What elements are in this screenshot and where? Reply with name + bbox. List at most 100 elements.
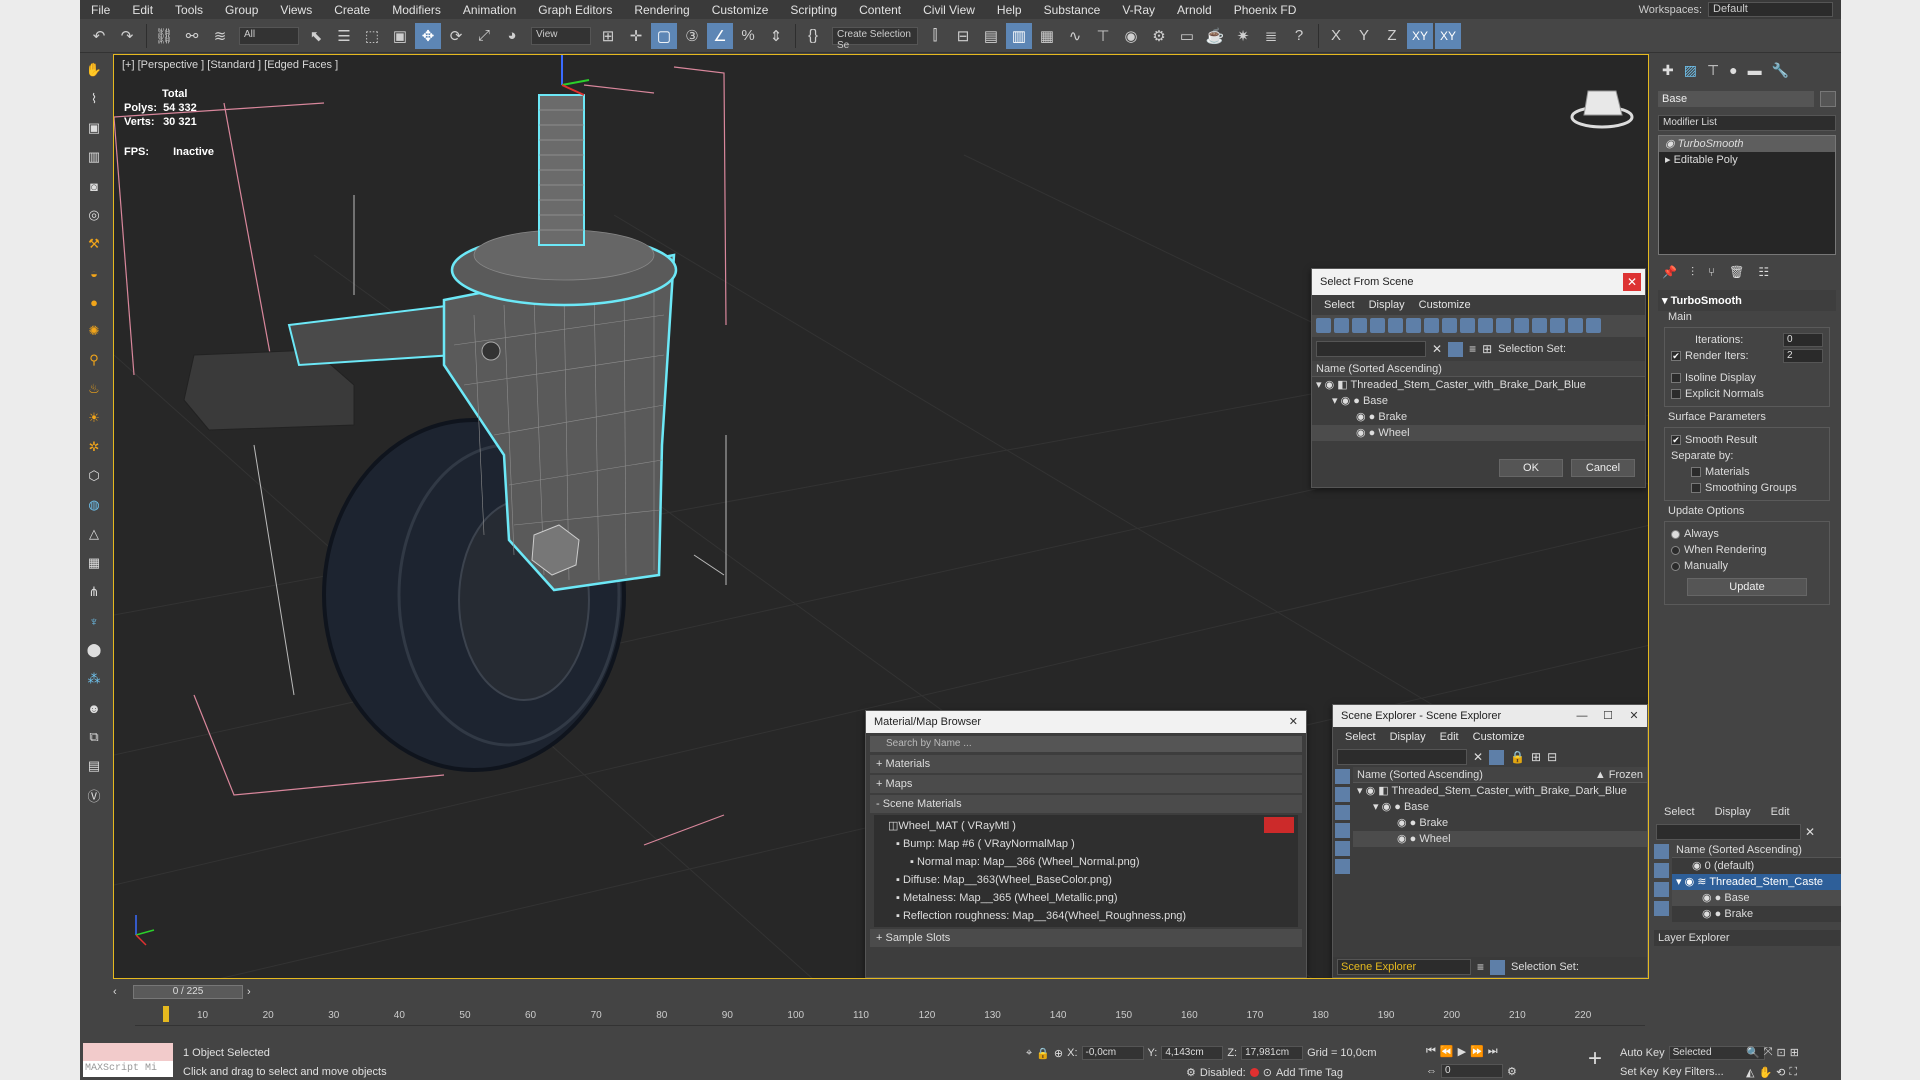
make-unique-icon[interactable]: ⑂ — [1708, 265, 1715, 280]
explorer-search-input[interactable] — [1337, 749, 1467, 765]
particles-icon[interactable]: ⁂ — [83, 668, 105, 690]
column-header[interactable]: Name (Sorted Ascending) ▲ Frozen — [1353, 767, 1647, 783]
tree-node-root[interactable]: ▾ ◉ ◧ Threaded_Stem_Caster_with_Brake_Da… — [1353, 783, 1647, 799]
filter-containers-icon[interactable] — [1478, 318, 1493, 333]
filter-groups-icon[interactable] — [1424, 318, 1439, 333]
hierarchy-tab-icon[interactable]: ⊤ — [1707, 62, 1719, 79]
menu-edit[interactable]: Edit — [1440, 731, 1459, 743]
find-icon[interactable] — [1489, 749, 1505, 765]
display-tab-icon[interactable]: ▬ — [1748, 62, 1762, 79]
manually-row[interactable]: Manually — [1671, 558, 1823, 574]
timeline-ruler[interactable]: 10 20 30 40 50 60 70 80 90 100 110 120 130 140 150 160 1… — [135, 1004, 1645, 1026]
tree-node-wheel[interactable]: ◉ ● Wheel — [1353, 831, 1647, 847]
smooth-result-row[interactable]: ✔ Smooth Result — [1671, 432, 1823, 448]
filter-helpers-icon[interactable] — [1388, 318, 1403, 333]
isolate-icon[interactable]: ⌖ — [1026, 1047, 1032, 1060]
geosphere-icon[interactable]: ✺ — [83, 320, 105, 342]
menu-item-scripting[interactable]: Scripting — [779, 3, 848, 17]
cube-icon[interactable]: ⬡ — [83, 465, 105, 487]
menu-customize[interactable]: Customize — [1473, 731, 1525, 743]
menu-item-animation[interactable]: Animation — [452, 3, 527, 17]
map-row-roughness[interactable]: ▪ Reflection roughness: Map__364(Wheel_R… — [878, 907, 1294, 925]
layers-toggle-icon[interactable]: ≡ — [1469, 342, 1476, 356]
filter-geometry-icon[interactable] — [1335, 769, 1350, 784]
window-crossing-icon[interactable]: ▣ — [387, 23, 413, 49]
maximize-viewport-icon[interactable]: ⛶ — [1789, 1066, 1797, 1079]
layer-root-object[interactable]: ▾ ◉ ≋ Threaded_Stem_Caste — [1672, 874, 1841, 890]
object-name-field[interactable]: Base — [1658, 91, 1814, 107]
menu-item-create[interactable]: Create — [323, 3, 381, 17]
render-icon[interactable]: ☕ — [1202, 23, 1228, 49]
selection-filter-dropdown[interactable]: All — [239, 26, 299, 45]
minimize-icon[interactable]: — — [1569, 703, 1595, 729]
spinner-snap-icon[interactable]: ⇕ — [763, 23, 789, 49]
clone-icon[interactable]: ⧉ — [83, 726, 105, 748]
menu-customize[interactable]: Customize — [1419, 299, 1471, 311]
section-sample-slots[interactable]: + Sample Slots — [870, 929, 1302, 947]
filter-bones-icon[interactable] — [1460, 318, 1475, 333]
utilities-tab-icon[interactable]: 🔧 — [1772, 62, 1789, 79]
y-field[interactable]: 4,143cm — [1161, 1046, 1224, 1060]
find-icon[interactable] — [1448, 341, 1464, 357]
named-selection-icon[interactable]: {} — [800, 23, 826, 49]
menu-item-file[interactable]: File — [80, 3, 121, 17]
menu-select[interactable]: Select — [1345, 731, 1376, 743]
layers-icon[interactable]: ▤ — [83, 755, 105, 777]
fire-icon[interactable]: ♆ — [83, 610, 105, 632]
create-tab-icon[interactable]: ✚ — [1662, 62, 1674, 79]
filter-geometry-icon[interactable] — [1316, 318, 1331, 333]
perspective-viewport[interactable]: [+] [Perspective ] [Standard ] [Edged Fa… — [113, 54, 1649, 979]
rollout-title[interactable]: ▾ TurboSmooth — [1658, 290, 1836, 311]
when-rendering-radio[interactable] — [1671, 545, 1680, 555]
render-iters-spinner[interactable]: 2 — [1783, 349, 1823, 363]
explorer-name-dropdown[interactable]: Scene Explorer — [1337, 959, 1471, 975]
orbit-icon[interactable]: ⟲ — [1776, 1066, 1785, 1079]
menu-display[interactable]: Display — [1390, 731, 1426, 743]
manually-radio[interactable] — [1671, 561, 1680, 571]
grid-icon[interactable]: ▦ — [83, 552, 105, 574]
layer-default[interactable]: ◉ 0 (default) — [1672, 858, 1841, 874]
menu-item-content[interactable]: Content — [848, 3, 912, 17]
tree-node-brake[interactable]: ◉ ● Brake — [1353, 815, 1647, 831]
filter-spacewarps-icon[interactable] — [1406, 318, 1421, 333]
time-slider-thumb[interactable]: 0 / 225 — [133, 985, 243, 999]
layers-icon[interactable]: ≡ — [1477, 960, 1484, 974]
absolute-mode-icon[interactable]: ⊕ — [1054, 1047, 1063, 1060]
section-materials[interactable]: + Materials — [870, 755, 1302, 773]
menu-item-substance[interactable]: Substance — [1033, 3, 1112, 17]
expand-icon[interactable]: ⊞ — [1531, 750, 1541, 764]
filter-xrefs-icon[interactable] — [1442, 318, 1457, 333]
modify-tab-icon[interactable]: ▨ — [1684, 62, 1697, 79]
object-color-swatch[interactable] — [1820, 91, 1836, 107]
stack-item-editable-poly[interactable]: ▸ Editable Poly — [1659, 152, 1835, 168]
render-iters-checkbox[interactable]: ✔ — [1671, 351, 1681, 361]
workspace-dropdown[interactable]: Default — [1708, 2, 1833, 17]
select-none-icon[interactable] — [1550, 318, 1565, 333]
toggle-layer-explorer-icon[interactable]: ▥ — [1006, 22, 1032, 49]
axis-x-button[interactable]: X — [1323, 23, 1349, 49]
menu-display[interactable]: Display — [1369, 299, 1405, 311]
toggle-scene-explorer-icon[interactable]: ▤ — [978, 23, 1004, 49]
clear-search-icon[interactable]: ✕ — [1473, 750, 1483, 764]
play-icon[interactable]: ▶ — [1458, 1045, 1466, 1058]
disabled-indicator-icon[interactable] — [1249, 1068, 1259, 1077]
menu-item-v-ray[interactable]: V-Ray — [1111, 3, 1166, 17]
when-rendering-row[interactable]: When Rendering — [1671, 542, 1823, 558]
always-radio[interactable] — [1671, 529, 1680, 539]
menu-select[interactable]: Select — [1664, 806, 1695, 818]
toolset-icon[interactable]: ▥ — [83, 146, 105, 168]
close-icon[interactable]: ✕ — [1621, 703, 1647, 729]
menu-item-arnold[interactable]: Arnold — [1166, 3, 1223, 17]
menu-edit[interactable]: Edit — [1771, 806, 1790, 818]
time-tag-icon[interactable]: ⊙ — [1263, 1066, 1272, 1079]
set-key-button[interactable]: Set Key — [1620, 1066, 1659, 1078]
hierarchy-icon[interactable] — [1490, 959, 1506, 975]
map-row-normal[interactable]: ▪ Normal map: Map__366 (Wheel_Normal.png… — [878, 853, 1294, 871]
lamp-icon[interactable]: ⚲ — [83, 349, 105, 371]
next-frame-icon[interactable]: › — [247, 986, 251, 998]
next-key-icon[interactable]: ⏩ — [1470, 1045, 1484, 1058]
filter-lights-icon[interactable] — [1352, 318, 1367, 333]
angle-snap-icon[interactable]: ∠ — [707, 22, 733, 49]
viewport-label[interactable]: [+] [Perspective ] [Standard ] [Edged Fa… — [122, 59, 338, 71]
show-end-result-icon[interactable]: ⫶ — [1691, 265, 1694, 280]
